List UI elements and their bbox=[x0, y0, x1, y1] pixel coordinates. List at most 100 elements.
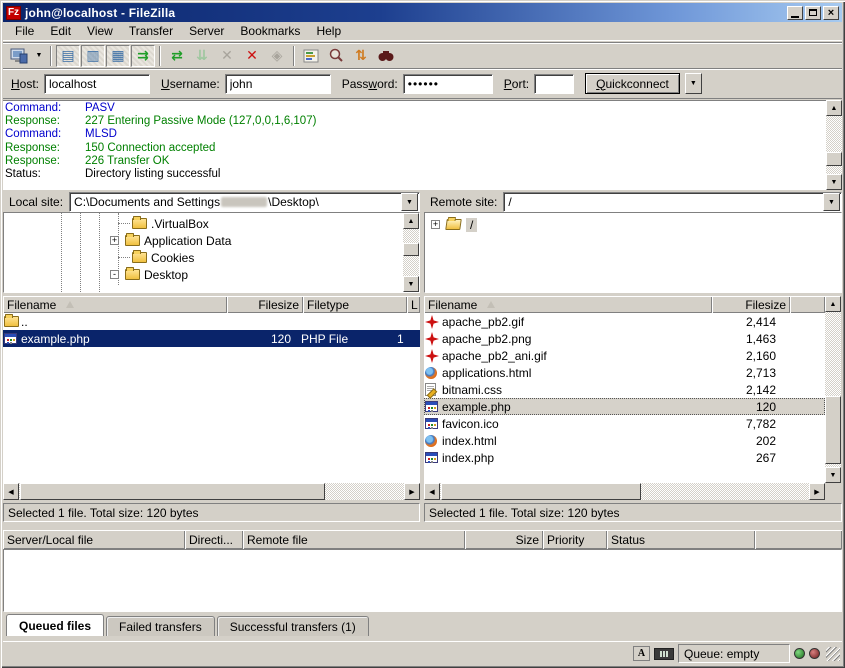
refresh-button[interactable]: ⇄ bbox=[165, 45, 189, 67]
column-filesize[interactable]: Filesize bbox=[712, 296, 790, 313]
tab-failed-transfers[interactable]: Failed transfers bbox=[106, 616, 215, 636]
remote-horizontal-scrollbar[interactable]: ◀ ▶ bbox=[424, 483, 825, 500]
scrollbar-thumb[interactable] bbox=[441, 483, 641, 500]
column-direction[interactable]: Directi... bbox=[185, 530, 243, 549]
disconnect-button[interactable]: ✕ bbox=[240, 45, 264, 67]
scrollbar-thumb[interactable] bbox=[403, 243, 419, 256]
column-size[interactable]: Size bbox=[465, 530, 543, 549]
remote-directory-tree[interactable]: + / bbox=[424, 212, 842, 293]
local-site-combobox[interactable]: C:\Documents and Settings\Desktop\ ▼ bbox=[69, 192, 420, 212]
queue-list[interactable] bbox=[3, 549, 842, 612]
resize-grip[interactable] bbox=[826, 647, 840, 661]
local-horizontal-scrollbar[interactable]: ◀ ▶ bbox=[3, 483, 420, 500]
file-row[interactable]: index.php 267 bbox=[424, 449, 825, 466]
speed-limit-icon[interactable] bbox=[654, 648, 674, 660]
host-input[interactable] bbox=[44, 74, 150, 94]
file-row[interactable]: favicon.ico 7,782 bbox=[424, 415, 825, 432]
username-input[interactable] bbox=[225, 74, 331, 94]
column-server-local-file[interactable]: Server/Local file bbox=[3, 530, 185, 549]
remote-site-combobox[interactable]: / ▼ bbox=[503, 192, 842, 212]
toggle-local-tree-button[interactable]: ▥ bbox=[81, 45, 105, 67]
scroll-up-icon[interactable]: ▲ bbox=[403, 213, 419, 229]
local-site-dropdown-button[interactable]: ▼ bbox=[401, 193, 418, 211]
tree-item-cookies[interactable]: Cookies bbox=[118, 249, 194, 266]
scroll-down-icon[interactable]: ▼ bbox=[826, 174, 842, 190]
column-blank[interactable] bbox=[790, 296, 825, 313]
column-priority[interactable]: Priority bbox=[543, 530, 607, 549]
scrollbar-thumb[interactable] bbox=[825, 396, 841, 464]
menu-edit[interactable]: Edit bbox=[42, 22, 79, 40]
process-queue-button[interactable]: ⇊ bbox=[190, 45, 214, 67]
expand-icon[interactable]: + bbox=[431, 220, 440, 229]
menu-transfer[interactable]: Transfer bbox=[121, 22, 181, 40]
reconnect-button[interactable]: ◈ bbox=[265, 45, 289, 67]
tree-item-root[interactable]: + / bbox=[431, 216, 477, 233]
column-status[interactable]: Status bbox=[607, 530, 755, 549]
scroll-left-icon[interactable]: ◀ bbox=[3, 483, 19, 500]
menu-bookmarks[interactable]: Bookmarks bbox=[232, 22, 308, 40]
scroll-right-icon[interactable]: ▶ bbox=[404, 483, 420, 500]
toggle-log-view-button[interactable]: ▤ bbox=[56, 45, 80, 67]
maximize-button[interactable] bbox=[805, 6, 821, 20]
port-input[interactable] bbox=[534, 74, 574, 94]
file-row[interactable]: apache_pb2.png 1,463 bbox=[424, 330, 825, 347]
tree-item-desktop[interactable]: - Desktop bbox=[110, 266, 188, 283]
column-filename[interactable]: Filename bbox=[424, 296, 712, 313]
toggle-remote-tree-button[interactable]: ▦ bbox=[106, 45, 130, 67]
file-row-example-php[interactable]: example.php 120 PHP File 1 bbox=[3, 330, 420, 347]
log-scrollbar[interactable]: ▲ ▼ bbox=[826, 100, 842, 190]
quickconnect-button[interactable]: Quickconnect bbox=[585, 73, 680, 94]
file-row[interactable]: apache_pb2.gif 2,414 bbox=[424, 313, 825, 330]
file-row[interactable]: applications.html 2,713 bbox=[424, 364, 825, 381]
file-row[interactable]: apache_pb2_ani.gif 2,160 bbox=[424, 347, 825, 364]
column-last-modified[interactable]: L bbox=[407, 296, 420, 313]
filter-button[interactable] bbox=[299, 45, 323, 67]
tab-successful-transfers[interactable]: Successful transfers (1) bbox=[217, 616, 369, 636]
tree-item-application-data[interactable]: + Application Data bbox=[110, 232, 231, 249]
quickconnect-dropdown-button[interactable]: ▼ bbox=[685, 73, 702, 94]
menu-file[interactable]: File bbox=[7, 22, 42, 40]
file-row-selected[interactable]: example.php 120 bbox=[424, 398, 825, 415]
remote-site-dropdown-button[interactable]: ▼ bbox=[823, 193, 840, 211]
close-button[interactable]: × bbox=[823, 6, 839, 20]
password-input[interactable] bbox=[403, 74, 493, 94]
remote-list-scrollbar[interactable]: ▲ ▼ bbox=[825, 296, 841, 483]
scroll-down-icon[interactable]: ▼ bbox=[403, 276, 419, 292]
file-row-parent[interactable]: .. bbox=[3, 313, 420, 330]
title-bar[interactable]: Fz john@localhost - FileZilla × bbox=[3, 3, 842, 22]
scroll-left-icon[interactable]: ◀ bbox=[424, 483, 440, 500]
expand-icon[interactable]: + bbox=[110, 236, 119, 245]
tree-item-virtualbox[interactable]: .VirtualBox bbox=[118, 215, 209, 232]
file-row[interactable]: bitnami.css 2,142 bbox=[424, 381, 825, 398]
scroll-down-icon[interactable]: ▼ bbox=[825, 467, 841, 483]
scrollbar-thumb[interactable] bbox=[20, 483, 325, 500]
file-row[interactable]: index.html 202 bbox=[424, 432, 825, 449]
menu-server[interactable]: Server bbox=[181, 22, 232, 40]
column-filesize[interactable]: Filesize bbox=[227, 296, 303, 313]
minimize-button[interactable] bbox=[787, 6, 803, 20]
tab-queued-files[interactable]: Queued files bbox=[6, 614, 104, 636]
menu-view[interactable]: View bbox=[79, 22, 121, 40]
collapse-icon[interactable]: - bbox=[110, 270, 119, 279]
local-directory-tree[interactable]: .VirtualBox + Application Data Cookies -… bbox=[3, 212, 420, 293]
menu-help[interactable]: Help bbox=[308, 22, 349, 40]
local-file-list[interactable]: .. example.php 120 PHP File 1 bbox=[3, 313, 420, 483]
cancel-operation-button[interactable]: ✕ bbox=[215, 45, 239, 67]
local-tree-scrollbar[interactable]: ▲ ▼ bbox=[403, 213, 419, 292]
scroll-up-icon[interactable]: ▲ bbox=[825, 296, 841, 312]
site-manager-button[interactable] bbox=[7, 45, 31, 67]
ascii-transfer-mode-icon[interactable]: A bbox=[633, 646, 650, 661]
column-filename[interactable]: Filename bbox=[3, 296, 227, 313]
sync-browsing-button[interactable]: ⇅ bbox=[349, 45, 373, 67]
toggle-queue-button[interactable]: ⇉ bbox=[131, 45, 155, 67]
scroll-right-icon[interactable]: ▶ bbox=[809, 483, 825, 500]
message-log[interactable]: Command:PASV Response:227 Entering Passi… bbox=[3, 100, 826, 190]
remote-file-list[interactable]: apache_pb2.gif 2,414 apache_pb2.png 1,46… bbox=[424, 313, 825, 483]
compare-button[interactable] bbox=[324, 45, 348, 67]
scroll-up-icon[interactable]: ▲ bbox=[826, 100, 842, 116]
find-files-button[interactable] bbox=[374, 45, 398, 67]
site-manager-dropdown-button[interactable]: ▼ bbox=[32, 45, 46, 67]
scrollbar-thumb[interactable] bbox=[826, 152, 842, 166]
column-remote-file[interactable]: Remote file bbox=[243, 530, 465, 549]
column-filetype[interactable]: Filetype bbox=[303, 296, 407, 313]
